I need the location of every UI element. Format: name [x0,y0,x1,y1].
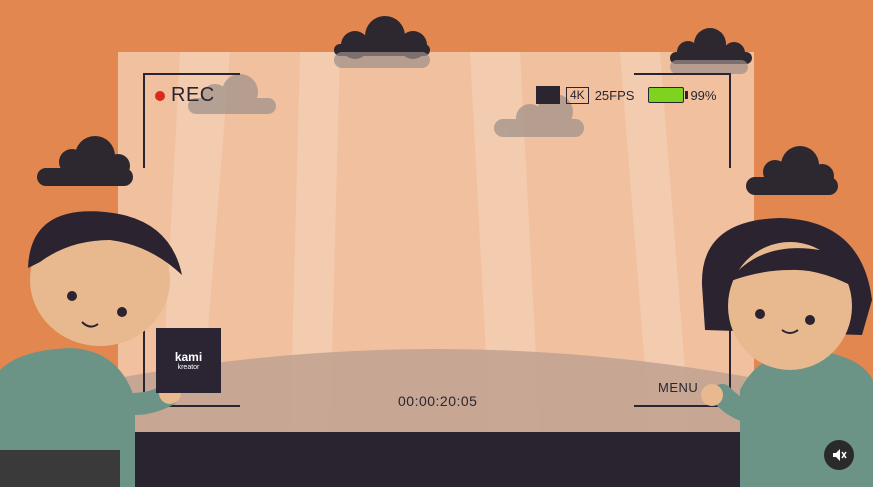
battery-level: 99% [690,87,717,103]
rec-indicator: REC [155,84,215,107]
timecode: 00:00:20:05 [398,393,478,409]
fps-label: 25FPS [594,87,635,103]
illustration [0,16,873,487]
resolution-badge: 4K [566,86,589,104]
sensor-icon [536,86,560,104]
battery-icon [648,87,689,103]
brand-logo: kami kreator [156,328,221,393]
menu-label: MENU [658,380,699,395]
logo-text-sub: kreator [177,363,200,371]
cloud [670,28,752,64]
record-dot-icon [155,90,165,101]
video-frame: REC 4K 25FPS 99% 00:00:20:05 MENU kami k… [0,0,873,487]
floor [50,432,820,487]
rec-label: REC [171,84,215,106]
mute-button[interactable] [824,440,854,470]
logo-text-main: kami [174,349,203,364]
speaker-muted-icon [833,449,847,461]
cloud [746,146,838,195]
camera-status: 4K 25FPS 99% [536,86,716,104]
